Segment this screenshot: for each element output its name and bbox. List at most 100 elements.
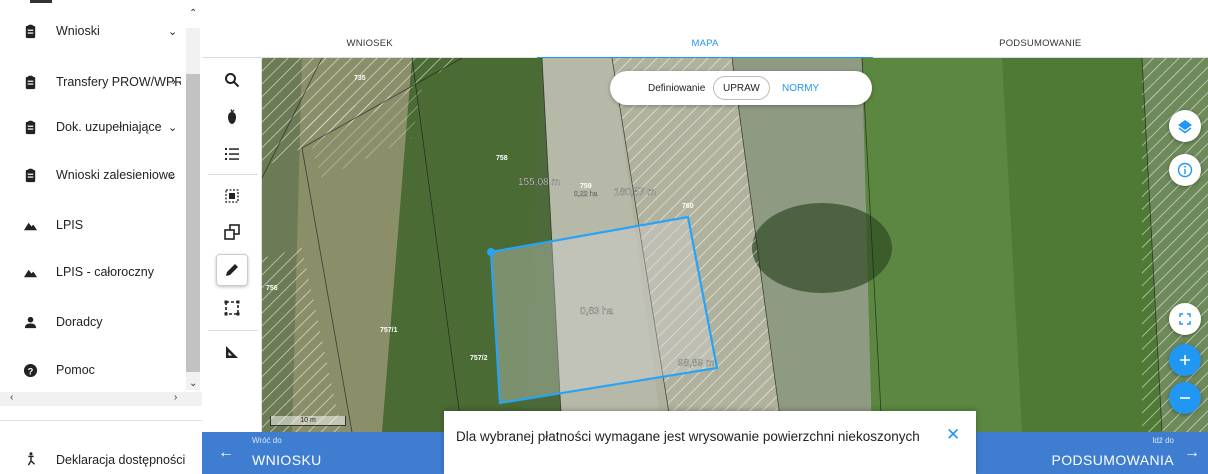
map-view[interactable]: 735 758 759 760 756 757/1 757/2 155,08 m… xyxy=(262,58,1208,432)
fullscreen-icon xyxy=(1179,313,1191,325)
measurement-area: 0,83 ha xyxy=(580,306,614,317)
sidebar-item-label: LPIS - całoroczny xyxy=(56,265,154,279)
measure-tool-button[interactable] xyxy=(216,336,248,368)
select-parcel-icon xyxy=(225,189,239,203)
clipboard-icon xyxy=(22,119,38,135)
toggle-label: Definiowanie xyxy=(648,82,706,94)
tab-bar: WNIOSEK MAPA PODSUMOWANIE xyxy=(202,28,1208,59)
toggle-option-normy[interactable]: NORMY xyxy=(782,83,819,94)
sidebar-item-label: Wnioski zalesieniowe xyxy=(56,168,175,182)
copy-shape-tool-button[interactable] xyxy=(216,216,248,248)
tool-separator xyxy=(208,330,258,331)
parcel-label-735: 735 xyxy=(354,75,366,82)
fullscreen-button[interactable] xyxy=(1169,303,1201,335)
parcel-label-758: 758 xyxy=(496,155,508,162)
zoom-out-icon xyxy=(1180,397,1190,399)
sidebar-scrollbar-thumb[interactable] xyxy=(186,74,200,372)
sidebar-item-label: Pomoc xyxy=(56,363,95,377)
sidebar-item-doradcy[interactable]: Doradcy xyxy=(0,307,185,337)
select-parcel-tool-button[interactable] xyxy=(216,180,248,212)
sidebar-item-label: Wnioski xyxy=(56,24,100,38)
footer-link-label: Deklaracja dostępności xyxy=(56,453,186,467)
crop-icon xyxy=(228,109,236,124)
svg-text:?: ? xyxy=(27,366,33,376)
zoom-in-button[interactable] xyxy=(1169,344,1201,376)
back-target: WNIOSKU xyxy=(252,452,322,468)
sidebar-item-label: Doradcy xyxy=(56,315,103,329)
pencil-icon xyxy=(226,264,238,276)
layers-icon xyxy=(1178,120,1192,134)
tab-wniosek[interactable]: WNIOSEK xyxy=(202,28,537,58)
clipboard-icon xyxy=(22,167,38,183)
back-to-application-button[interactable]: ← Wróć do WNIOSKU xyxy=(202,432,442,474)
info-button[interactable] xyxy=(1169,154,1201,186)
arrow-right-icon: → xyxy=(1184,444,1200,461)
next-caption: Idź do xyxy=(1152,436,1174,445)
tool-separator xyxy=(208,174,258,175)
close-icon[interactable]: ✕ xyxy=(946,425,960,445)
scroll-up-arrow-icon[interactable]: ⌃ xyxy=(189,8,197,19)
map-canvas[interactable]: 735 758 759 760 756 757/1 757/2 155,08 m… xyxy=(262,58,1208,432)
zoom-in-icon xyxy=(1180,355,1190,365)
map-tool-strip xyxy=(202,58,262,432)
list-tool-button[interactable] xyxy=(216,138,248,170)
sidebar-item-label: LPIS xyxy=(56,218,84,232)
draw-tool-button[interactable] xyxy=(216,254,248,286)
sidebar-item-label: Dok. uzupełniające xyxy=(56,120,162,134)
accessibility-declaration-link[interactable]: Deklaracja dostępności xyxy=(0,444,202,474)
sidebar: Wnioski ⌄ Transfery PROW/WPR › Dok. uzup… xyxy=(0,0,202,474)
back-caption: Wróć do xyxy=(252,436,282,445)
scroll-right-arrow-icon[interactable]: › xyxy=(174,392,177,403)
parcel-label-757-2: 757/2 xyxy=(470,355,488,362)
scroll-left-arrow-icon[interactable]: ‹ xyxy=(10,392,13,403)
sidebar-item-wnioski-zalesieniowe[interactable]: Wnioski zalesieniowe ⌄ xyxy=(0,160,185,190)
sidebar-item-pomoc[interactable]: ? Pomoc xyxy=(0,355,185,385)
sidebar-horizontal-scrollbar[interactable] xyxy=(0,392,202,406)
person-icon xyxy=(22,314,38,330)
measurement-bottom-edge: 98,89 m xyxy=(678,358,714,369)
chevron-down-icon: ⌄ xyxy=(168,25,178,38)
measurement-small-area: 0,22 ha xyxy=(574,191,597,198)
measurement-right-edge: 180,57 m xyxy=(614,187,656,198)
terrain-icon xyxy=(22,264,38,280)
go-to-summary-button[interactable]: Idź do PODSUMOWANIA → xyxy=(968,432,1208,474)
copy-shape-icon xyxy=(224,224,240,240)
sidebar-item-dok-uzupelniajace[interactable]: Dok. uzupełniające ⌄ xyxy=(0,112,185,142)
select-rectangle-icon xyxy=(224,300,240,316)
parcel-label-760: 760 xyxy=(682,203,694,210)
polygon-vertex[interactable] xyxy=(487,248,495,256)
sidebar-item-label: Transfery PROW/WPR xyxy=(56,75,181,89)
search-tool-button[interactable] xyxy=(216,64,248,96)
crop-tool-button[interactable] xyxy=(216,102,248,134)
sidebar-item-lpis-caloroczny[interactable]: LPIS - całoroczny xyxy=(0,257,185,287)
chevron-down-icon: ⌄ xyxy=(168,169,178,182)
clipboard-icon xyxy=(22,74,38,90)
toggle-option-upraw[interactable]: UPRAW xyxy=(713,76,770,100)
notification-toast: Dla wybranej płatności wymagane jest wry… xyxy=(444,411,976,474)
terrain-icon xyxy=(22,217,38,233)
tab-podsumowanie[interactable]: PODSUMOWANIE xyxy=(873,28,1208,58)
layers-button[interactable] xyxy=(1169,110,1201,142)
sidebar-top-divider xyxy=(30,0,52,3)
sidebar-divider xyxy=(0,420,202,421)
sidebar-item-wnioski[interactable]: Wnioski ⌄ xyxy=(0,16,185,46)
measure-icon xyxy=(226,346,238,358)
search-icon xyxy=(225,73,240,88)
next-target: PODSUMOWANIA xyxy=(1051,452,1174,468)
parcel-label-759: 759 xyxy=(580,183,592,190)
measurement-left-edge: 155,08 m xyxy=(518,177,560,188)
map-scale-bar: 10 m xyxy=(270,416,346,426)
sidebar-item-transfery[interactable]: Transfery PROW/WPR › xyxy=(0,67,185,97)
list-icon xyxy=(225,148,239,160)
toast-message: Dla wybranej płatności wymagane jest wry… xyxy=(456,429,920,444)
info-icon xyxy=(1177,162,1193,178)
parcel-label-756: 756 xyxy=(266,285,278,292)
select-rectangle-tool-button[interactable] xyxy=(216,292,248,324)
clipboard-icon xyxy=(22,23,38,39)
tab-mapa[interactable]: MAPA xyxy=(537,28,873,59)
sidebar-item-lpis[interactable]: LPIS xyxy=(0,210,185,240)
zoom-out-button[interactable] xyxy=(1169,382,1201,414)
chevron-down-icon: ⌄ xyxy=(168,121,178,134)
accessibility-icon xyxy=(24,452,38,466)
scroll-down-arrow-icon[interactable]: ⌄ xyxy=(189,378,197,389)
